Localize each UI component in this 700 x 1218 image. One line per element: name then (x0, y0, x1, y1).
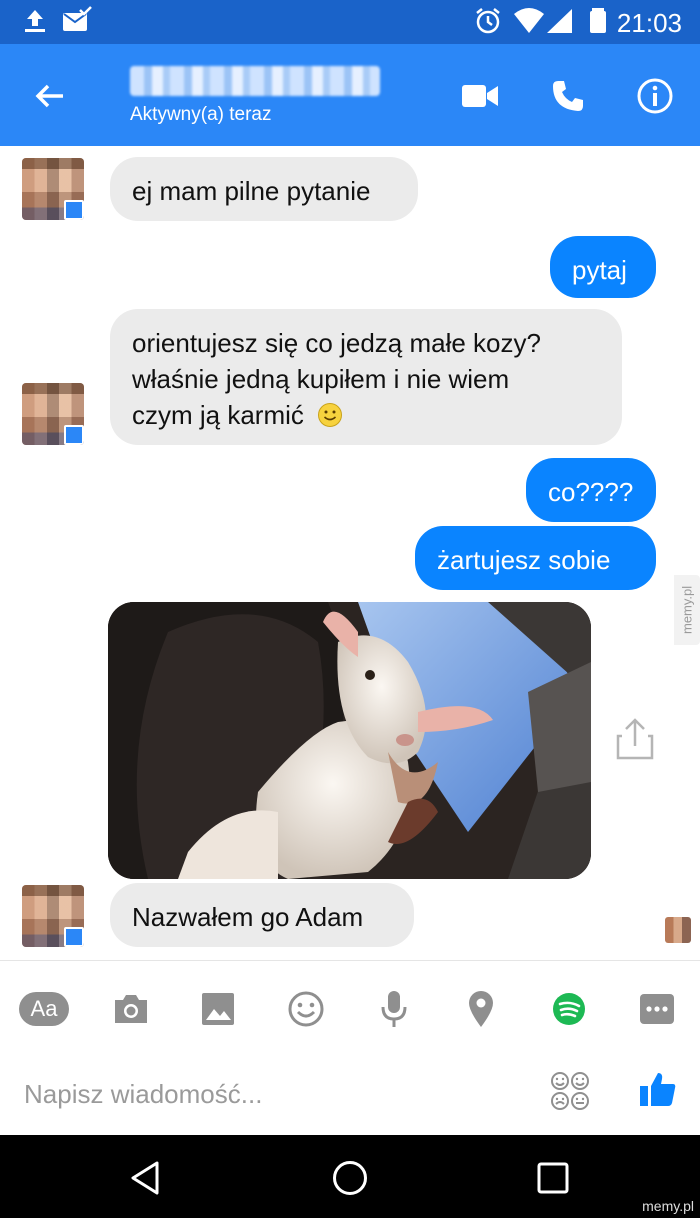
incoming-message[interactable]: orientujesz się co jedzą małe kozy? właś… (110, 309, 622, 445)
info-button[interactable] (627, 68, 683, 124)
status-bar: 21:03 (0, 0, 700, 44)
gallery-button[interactable] (190, 981, 246, 1037)
emoji-reactions-button[interactable] (542, 1063, 598, 1119)
microphone-icon (381, 991, 407, 1027)
emoji-icon (551, 1072, 589, 1110)
camera-button[interactable] (103, 981, 159, 1037)
message-text: co???? (548, 477, 634, 507)
incoming-message[interactable]: Nazwałem go Adam (110, 883, 414, 947)
back-button[interactable] (22, 68, 78, 124)
signal-icon (545, 6, 575, 41)
triangle-back-icon (131, 1161, 159, 1195)
outgoing-message[interactable]: żartujesz sobie (415, 526, 656, 590)
home-nav-button[interactable] (325, 1153, 375, 1203)
square-recents-icon (537, 1162, 569, 1194)
contact-avatar[interactable] (22, 158, 84, 220)
mail-check-icon (60, 6, 92, 41)
spotify-icon (553, 993, 585, 1025)
smiley-icon (288, 991, 324, 1027)
seen-avatar (665, 917, 691, 943)
image-icon (202, 993, 234, 1025)
sticker-button[interactable] (278, 981, 334, 1037)
goat-photo[interactable] (108, 602, 591, 879)
contact-name[interactable] (130, 66, 380, 96)
outgoing-message[interactable]: co???? (526, 458, 656, 522)
spotify-button[interactable] (541, 981, 597, 1037)
smiley-emoji-icon (318, 403, 343, 427)
recents-nav-button[interactable] (528, 1153, 578, 1203)
message-text-line: czym ją karmić (132, 400, 304, 430)
share-button[interactable] (612, 716, 658, 762)
message-text-line: właśnie jedną kupiłem i nie wiem (132, 364, 510, 394)
message-text: żartujesz sobie (437, 545, 611, 575)
voice-call-button[interactable] (540, 68, 596, 124)
phone-icon (553, 81, 583, 111)
text-format-label: Aa (19, 992, 69, 1026)
outgoing-message[interactable]: pytaj (550, 236, 656, 298)
side-watermark: memy.pl (674, 575, 700, 645)
camera-icon (115, 995, 147, 1023)
message-text: ej mam pilne pytanie (132, 176, 371, 206)
video-call-button[interactable] (452, 68, 508, 124)
message-text-line: orientujesz się co jedzą małe kozy? (132, 328, 541, 358)
alarm-icon (473, 6, 503, 41)
more-button[interactable] (629, 981, 685, 1037)
location-pin-icon (469, 991, 493, 1027)
arrow-left-icon (35, 84, 63, 108)
status-time: 21:03 (616, 8, 682, 38)
video-camera-icon (462, 85, 498, 107)
share-icon (616, 718, 654, 760)
incoming-message[interactable]: ej mam pilne pytanie (110, 157, 418, 221)
location-button[interactable] (453, 981, 509, 1037)
contact-avatar[interactable] (22, 885, 84, 947)
text-format-button[interactable]: Aa (16, 981, 72, 1037)
like-button[interactable] (630, 1061, 686, 1117)
wifi-icon (512, 6, 546, 41)
message-input[interactable] (22, 1073, 526, 1115)
composer: Aa (0, 960, 700, 1136)
conversation-header: Aktywny(a) teraz (0, 44, 700, 146)
info-icon (637, 78, 673, 114)
battery-icon (588, 6, 608, 41)
bottom-watermark: memy.pl (642, 1198, 694, 1214)
message-text: Nazwałem go Adam (132, 902, 364, 932)
system-navigation-bar: memy.pl (0, 1135, 700, 1218)
more-icon (640, 994, 674, 1024)
contact-avatar[interactable] (22, 383, 84, 445)
message-text: pytaj (572, 255, 627, 285)
thumbs-up-icon (640, 1073, 676, 1106)
active-status: Aktywny(a) teraz (130, 104, 272, 125)
back-nav-button[interactable] (120, 1153, 170, 1203)
circle-home-icon (333, 1161, 367, 1195)
upload-icon (20, 6, 50, 41)
voice-message-button[interactable] (366, 981, 422, 1037)
